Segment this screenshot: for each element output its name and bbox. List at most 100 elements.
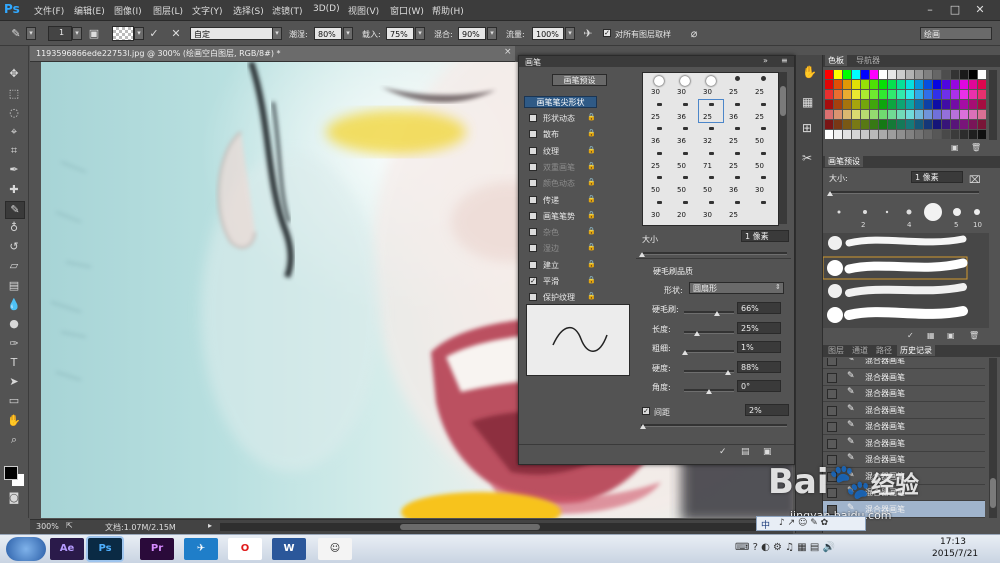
brush-tip-cell[interactable]: 30 bbox=[647, 198, 671, 220]
swatch[interactable] bbox=[852, 80, 860, 89]
history-row[interactable]: ✎ 混合器画笔 bbox=[823, 435, 985, 452]
swatch[interactable] bbox=[879, 90, 887, 99]
swatch[interactable] bbox=[960, 100, 968, 109]
swatch[interactable] bbox=[888, 110, 896, 119]
swatch[interactable] bbox=[906, 100, 914, 109]
crop-tool-icon[interactable]: ⌗ bbox=[5, 143, 23, 159]
swatch[interactable] bbox=[924, 70, 932, 79]
brush-setting-checkbox[interactable]: ✓ bbox=[529, 277, 537, 285]
brush-tip-cell[interactable] bbox=[751, 198, 775, 220]
brush-panel-toggle-icon[interactable]: ▣ bbox=[86, 26, 102, 41]
history-row[interactable]: ✎ 混合器画笔 bbox=[823, 369, 985, 386]
panel-menu-icon[interactable]: ≡ bbox=[781, 56, 788, 65]
swatch[interactable] bbox=[969, 130, 977, 139]
swatch[interactable] bbox=[834, 120, 842, 129]
menu-item[interactable]: 视图(V) bbox=[348, 4, 379, 17]
swatch[interactable] bbox=[951, 120, 959, 129]
brush-setting-row[interactable]: 双重画笔 🔒 bbox=[524, 160, 599, 174]
brush-tip-cell[interactable]: 50 bbox=[751, 149, 775, 171]
delete-swatch-icon[interactable]: 🗑 bbox=[971, 143, 981, 152]
brush-editor-icon[interactable]: ▤ bbox=[741, 447, 750, 457]
mixer-brush-icon[interactable]: ✎ bbox=[8, 26, 24, 41]
brush-tip-cell[interactable]: 25 bbox=[751, 75, 775, 97]
brush-tip-cell[interactable]: 36 bbox=[647, 124, 671, 146]
bristle-param-thumb[interactable] bbox=[714, 311, 720, 316]
swatch[interactable] bbox=[969, 100, 977, 109]
brush-setting-row[interactable]: 散布 🔒 bbox=[524, 127, 599, 141]
grid-view-icon[interactable]: ▦ bbox=[927, 331, 935, 340]
lock-icon[interactable]: 🔒 bbox=[587, 113, 596, 121]
menu-item[interactable]: 图层(L) bbox=[153, 4, 183, 17]
preset-size-slider-thumb[interactable] bbox=[827, 191, 833, 196]
brush-tip-cell[interactable]: 25 bbox=[725, 124, 749, 146]
mix-field[interactable]: 90% bbox=[458, 27, 486, 40]
brush-setting-row[interactable]: 画笔笔势 🔒 bbox=[524, 209, 599, 223]
brush-tip-cell[interactable]: 25 bbox=[725, 149, 749, 171]
swatch[interactable] bbox=[924, 80, 932, 89]
tab-brush-presets[interactable]: 画笔预设 bbox=[825, 156, 863, 167]
horizontal-scroll-thumb[interactable] bbox=[400, 524, 540, 530]
start-button[interactable] bbox=[6, 537, 46, 561]
swatch[interactable] bbox=[942, 80, 950, 89]
bristle-param-slider[interactable] bbox=[684, 350, 734, 353]
lock-icon[interactable]: 🔒 bbox=[587, 162, 596, 170]
swatch[interactable] bbox=[852, 120, 860, 129]
swatch[interactable] bbox=[843, 70, 851, 79]
brush-tip-cell[interactable]: 50 bbox=[699, 173, 723, 195]
flow-field[interactable]: 100% bbox=[532, 27, 564, 40]
brush-panel-dock-icon[interactable]: ✋ bbox=[802, 65, 817, 79]
swatch[interactable] bbox=[978, 70, 986, 79]
bristle-param-field[interactable]: 66% bbox=[737, 302, 781, 314]
menu-item[interactable]: 窗口(W) bbox=[390, 4, 424, 17]
close-icon[interactable]: ✕ bbox=[970, 2, 990, 17]
swatch[interactable] bbox=[969, 70, 977, 79]
new-preset-icon[interactable]: ▣ bbox=[763, 447, 772, 457]
tab-history[interactable]: 历史记录 bbox=[897, 345, 935, 356]
brush-tip-cell[interactable]: 30 bbox=[699, 75, 723, 97]
bristle-param-field[interactable]: 0° bbox=[737, 380, 781, 392]
load-field[interactable]: 75% bbox=[386, 27, 414, 40]
size-slider[interactable] bbox=[641, 252, 787, 255]
zoom-level[interactable]: 300% bbox=[36, 522, 59, 531]
swatch[interactable] bbox=[870, 130, 878, 139]
load-dropdown[interactable]: ▾ bbox=[415, 27, 425, 40]
bristle-param-thumb[interactable] bbox=[693, 330, 700, 336]
lock-icon[interactable]: 🔒 bbox=[587, 260, 596, 268]
swatch[interactable] bbox=[825, 130, 833, 139]
swatch[interactable] bbox=[825, 80, 833, 89]
ime-mode[interactable]: 中 bbox=[761, 518, 770, 531]
bristle-param-field[interactable]: 1% bbox=[737, 341, 781, 353]
brush-setting-checkbox[interactable] bbox=[529, 114, 537, 122]
swatch[interactable] bbox=[915, 130, 923, 139]
swatch[interactable] bbox=[861, 80, 869, 89]
brush-setting-checkbox[interactable] bbox=[529, 293, 537, 302]
quick-mask-icon[interactable]: ◙ bbox=[5, 490, 23, 506]
brush-setting-row[interactable]: 形状动态 🔒 bbox=[524, 111, 599, 125]
swatch[interactable] bbox=[825, 70, 833, 79]
brush-tip-cell[interactable]: 32 bbox=[699, 124, 723, 146]
mix-dropdown[interactable]: ▾ bbox=[487, 27, 497, 40]
load-brush-icon[interactable]: ✓ bbox=[146, 26, 162, 41]
swatch[interactable] bbox=[825, 120, 833, 129]
brush-tip-cell[interactable]: 36 bbox=[725, 100, 749, 122]
brush-setting-checkbox[interactable] bbox=[529, 228, 537, 237]
taskbar-app[interactable]: Ps bbox=[88, 538, 122, 560]
swatch[interactable] bbox=[951, 90, 959, 99]
blend-preset-dropdown[interactable]: ▾ bbox=[272, 27, 282, 40]
swatch[interactable] bbox=[978, 110, 986, 119]
swatch[interactable] bbox=[870, 100, 878, 109]
swatch[interactable] bbox=[834, 90, 842, 99]
swatch[interactable] bbox=[960, 120, 968, 129]
preset-tip-dots[interactable] bbox=[825, 200, 987, 232]
swatch[interactable] bbox=[960, 70, 968, 79]
swatch[interactable] bbox=[951, 70, 959, 79]
swatch[interactable] bbox=[897, 100, 905, 109]
lock-icon[interactable]: 🔒 bbox=[587, 178, 596, 186]
history-row[interactable]: ✎ 混合器画笔 bbox=[823, 418, 985, 435]
lasso-tool-icon[interactable]: ◌ bbox=[5, 105, 23, 121]
brush-tip-cell[interactable]: 30 bbox=[647, 75, 671, 97]
brush-setting-checkbox[interactable] bbox=[529, 244, 537, 253]
swatch[interactable] bbox=[834, 130, 842, 139]
swatch[interactable] bbox=[906, 130, 914, 139]
swatch[interactable] bbox=[933, 80, 941, 89]
